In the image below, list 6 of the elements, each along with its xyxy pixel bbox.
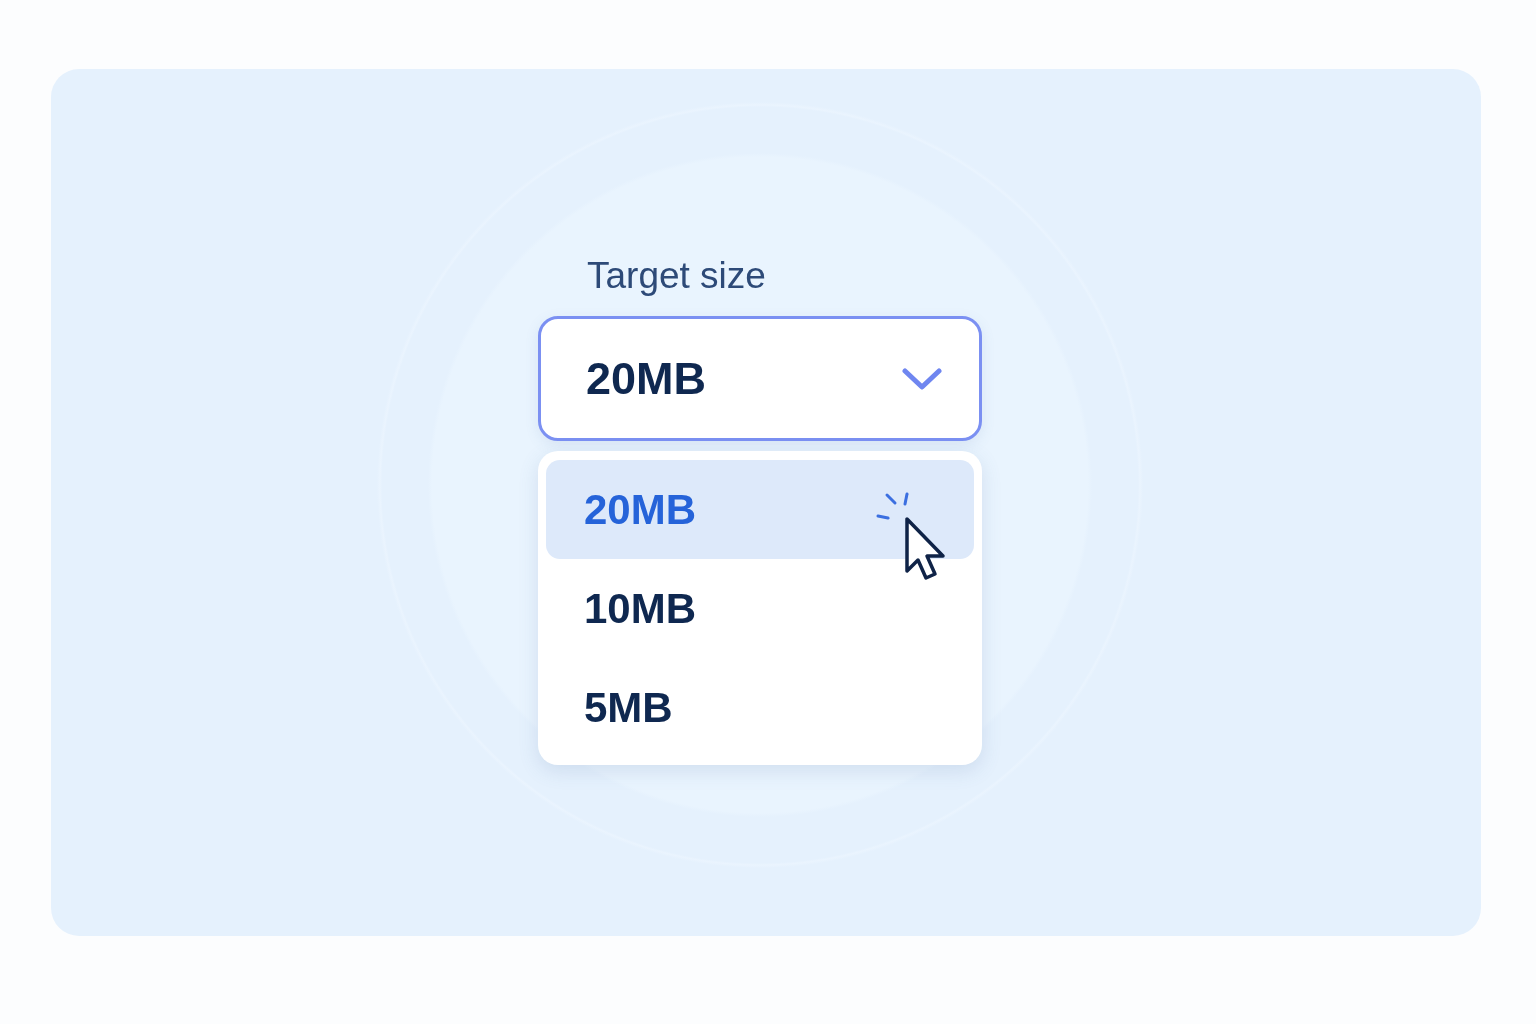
field-label: Target size: [587, 254, 766, 298]
chevron-down-icon: [902, 367, 942, 390]
dropdown-option[interactable]: 20MB: [546, 460, 974, 559]
size-select[interactable]: 20MB: [538, 316, 982, 441]
dropdown-option[interactable]: 5MB: [546, 658, 974, 757]
dropdown-option[interactable]: 10MB: [546, 559, 974, 658]
